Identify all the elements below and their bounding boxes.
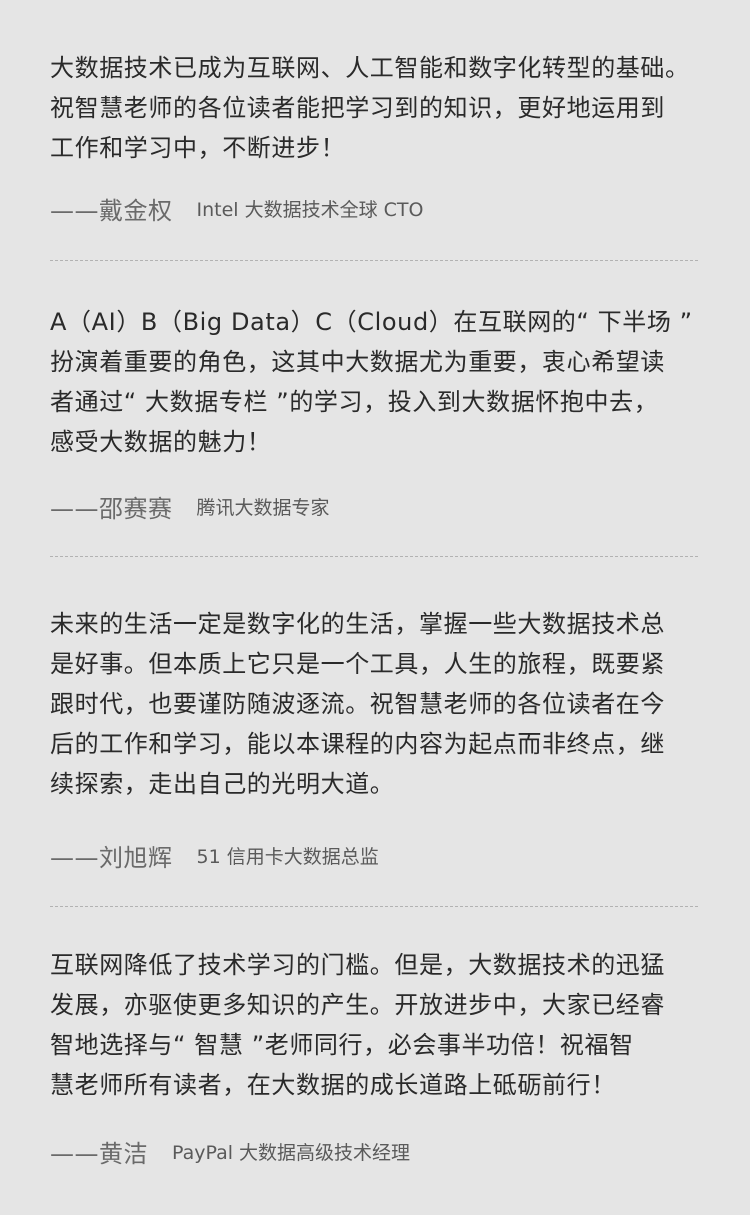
quote-3-text: 未来的生活一定是数字化的生活，掌握一些大数据技术总 是好事。但本质上它只是一个工… — [50, 604, 710, 804]
quote-3: 未来的生活一定是数字化的生活，掌握一些大数据技术总 是好事。但本质上它只是一个工… — [50, 604, 710, 804]
quote-1-text: 大数据技术已成为互联网、人工智能和数字化转型的基础。 祝智慧老师的各位读者能把学… — [50, 48, 710, 168]
quote-line: 祝智慧老师的各位读者能把学习到的知识，更好地运用到 — [50, 94, 665, 122]
quote-line: 跟时代，也要谨防随波逐流。祝智慧老师的各位读者在今 — [50, 690, 665, 718]
quote-line: 发展，亦驱使更多知识的产生。开放进步中，大家已经睿 — [50, 991, 665, 1019]
attribution-2: ——邵赛赛 腾讯大数据专家 — [50, 486, 330, 526]
attribution-1: ——戴金权 Intel 大数据技术全球 CTO — [50, 188, 423, 228]
quote-line: 互联网降低了技术学习的门槛。但是，大数据技术的迅猛 — [50, 951, 665, 979]
author-name: ——戴金权 — [50, 196, 173, 225]
quote-line: 感受大数据的魅力！ — [50, 428, 272, 456]
dashed-divider — [50, 556, 698, 557]
quote-line: 工作和学习中，不断进步！ — [50, 134, 346, 162]
quote-1: 大数据技术已成为互联网、人工智能和数字化转型的基础。 祝智慧老师的各位读者能把学… — [50, 48, 710, 168]
quote-line: 扮演着重要的角色，这其中大数据尤为重要，衷心希望读 — [50, 348, 665, 376]
author-name: ——刘旭辉 — [50, 843, 173, 872]
testimonials-page: 大数据技术已成为互联网、人工智能和数字化转型的基础。 祝智慧老师的各位读者能把学… — [0, 0, 750, 1215]
quote-line: 是好事。但本质上它只是一个工具，人生的旅程，既要紧 — [50, 650, 665, 678]
quote-line: 续探索，走出自己的光明大道。 — [50, 770, 395, 798]
author-title: PayPal 大数据高级技术经理 — [172, 1141, 411, 1164]
attribution-4: ——黄洁 PayPal 大数据高级技术经理 — [50, 1131, 410, 1171]
quote-line: 大数据技术已成为互联网、人工智能和数字化转型的基础。 — [50, 54, 690, 82]
quote-4-text: 互联网降低了技术学习的门槛。但是，大数据技术的迅猛 发展，亦驱使更多知识的产生。… — [50, 945, 710, 1105]
dashed-divider — [50, 260, 698, 261]
quote-4: 互联网降低了技术学习的门槛。但是，大数据技术的迅猛 发展，亦驱使更多知识的产生。… — [50, 945, 710, 1105]
attribution-3: ——刘旭辉 51 信用卡大数据总监 — [50, 835, 379, 875]
quote-line: 者通过“ 大数据专栏 ”的学习，投入到大数据怀抱中去， — [50, 388, 659, 416]
author-name: ——邵赛赛 — [50, 494, 173, 523]
quote-line: 智地选择与“ 智慧 ”老师同行，必会事半功倍！祝福智 — [50, 1031, 634, 1059]
author-title: 腾讯大数据专家 — [196, 496, 330, 519]
author-name: ——黄洁 — [50, 1139, 148, 1168]
quote-2: A（AI）B（Big Data）C（Cloud）在互联网的“ 下半场 ” 扮演着… — [50, 302, 710, 462]
quote-line: 未来的生活一定是数字化的生活，掌握一些大数据技术总 — [50, 610, 665, 638]
quote-line: 慧老师所有读者，在大数据的成长道路上砥砺前行！ — [50, 1071, 616, 1099]
dashed-divider — [50, 906, 698, 907]
quote-line: 后的工作和学习，能以本课程的内容为起点而非终点，继 — [50, 730, 665, 758]
quote-line: A（AI）B（Big Data）C（Cloud）在互联网的“ 下半场 ” — [50, 308, 693, 336]
quote-2-text: A（AI）B（Big Data）C（Cloud）在互联网的“ 下半场 ” 扮演着… — [50, 302, 710, 462]
author-title: Intel 大数据技术全球 CTO — [196, 198, 424, 221]
author-title: 51 信用卡大数据总监 — [196, 845, 379, 868]
